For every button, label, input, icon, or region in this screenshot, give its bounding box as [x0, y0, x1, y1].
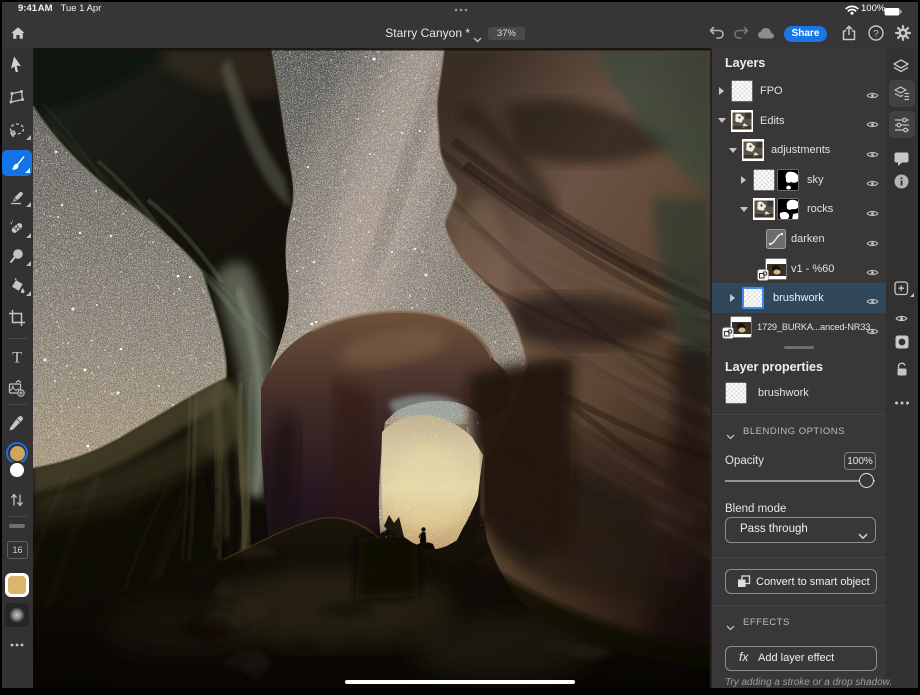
svg-text:?: ?	[873, 28, 878, 39]
svg-text:T: T	[12, 350, 22, 367]
